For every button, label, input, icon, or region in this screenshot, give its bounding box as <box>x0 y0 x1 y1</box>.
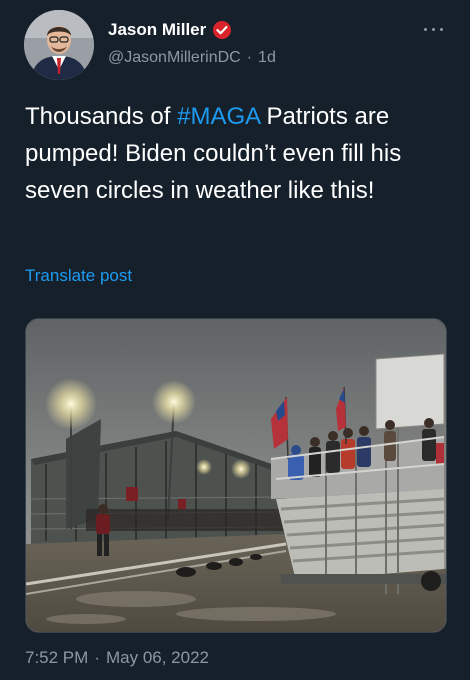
tweet-text-start: Thousands of <box>25 103 178 130</box>
author-handle[interactable]: @JasonMillerinDC <box>108 49 241 67</box>
hashtag-link[interactable]: #MAGA <box>177 103 260 130</box>
meta-separator: · <box>246 49 253 66</box>
tweet-timestamp[interactable]: 7:52 PM · May 06, 2022 <box>25 648 209 668</box>
author-avatar[interactable] <box>24 10 94 80</box>
avatar-image <box>24 10 94 80</box>
timestamp-time: 7:52 PM <box>25 648 89 667</box>
relative-time[interactable]: 1d <box>258 49 276 67</box>
timestamp-date: May 06, 2022 <box>105 648 209 667</box>
author-display-name[interactable]: Jason Miller <box>108 20 206 40</box>
author-name-row[interactable]: Jason Miller <box>108 20 232 40</box>
author-meta-row: @JasonMillerinDC · 1d <box>108 49 276 67</box>
rally-photo-image <box>26 319 446 632</box>
translate-post-link[interactable]: Translate post <box>25 266 132 286</box>
timestamp-separator: · <box>94 648 100 667</box>
tweet-photo[interactable] <box>25 318 447 633</box>
tweet-text: Thousands of #MAGA Patriots are pumped! … <box>25 98 445 209</box>
more-options-icon[interactable] <box>422 26 446 34</box>
verified-badge-icon <box>212 20 232 40</box>
